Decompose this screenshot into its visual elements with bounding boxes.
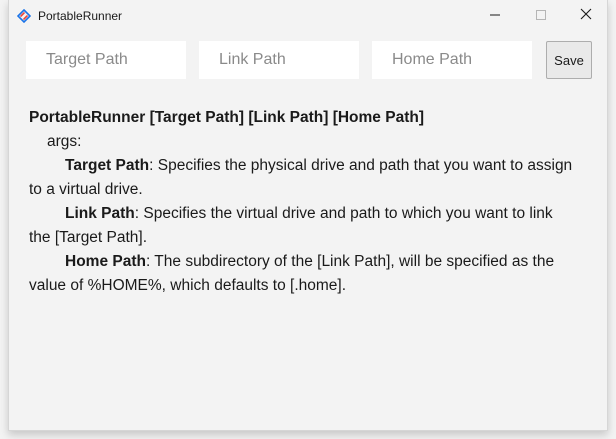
target-path-desc-1: : Specifies the physical drive and path … xyxy=(149,157,573,174)
link-path-desc-2: the [Target Path]. xyxy=(29,229,148,246)
usage-line: PortableRunner [Target Path] [Link Path]… xyxy=(29,109,424,126)
link-path-help-line: Link Path: Specifies the virtual drive a… xyxy=(29,202,599,226)
link-path-desc-1: : Specifies the virtual drive and path t… xyxy=(134,205,553,222)
minimize-button[interactable] xyxy=(472,0,518,32)
help-text: PortableRunner [Target Path] [Link Path]… xyxy=(29,106,599,298)
maximize-button[interactable] xyxy=(518,0,564,32)
target-path-help-line: Target Path: Specifies the physical driv… xyxy=(29,154,599,178)
home-path-desc-2: value of %HOME%, which defaults to [.hom… xyxy=(29,277,347,294)
args-label: args: xyxy=(47,133,82,150)
app-logo-icon xyxy=(16,8,32,24)
target-path-desc-2: to a virtual drive. xyxy=(29,181,143,198)
home-path-term: Home Path xyxy=(65,253,146,270)
link-path-term: Link Path xyxy=(65,205,135,222)
maximize-icon xyxy=(536,7,546,25)
target-path-term: Target Path xyxy=(65,157,150,174)
app-window: PortableRunner Save PortableRunner [Targ… xyxy=(8,0,608,431)
home-path-desc-1: : The subdirectory of the [Link Path], w… xyxy=(145,253,555,270)
link-path-input[interactable] xyxy=(199,41,359,79)
close-icon xyxy=(580,7,592,25)
home-path-help-line: Home Path: The subdirectory of the [Link… xyxy=(29,250,599,274)
save-button[interactable]: Save xyxy=(546,41,592,79)
home-path-input[interactable] xyxy=(372,41,532,79)
close-button[interactable] xyxy=(563,0,609,32)
target-path-input[interactable] xyxy=(26,41,186,79)
title-bar[interactable]: PortableRunner xyxy=(9,0,607,32)
minimize-icon xyxy=(490,7,500,25)
window-title: PortableRunner xyxy=(38,9,123,23)
